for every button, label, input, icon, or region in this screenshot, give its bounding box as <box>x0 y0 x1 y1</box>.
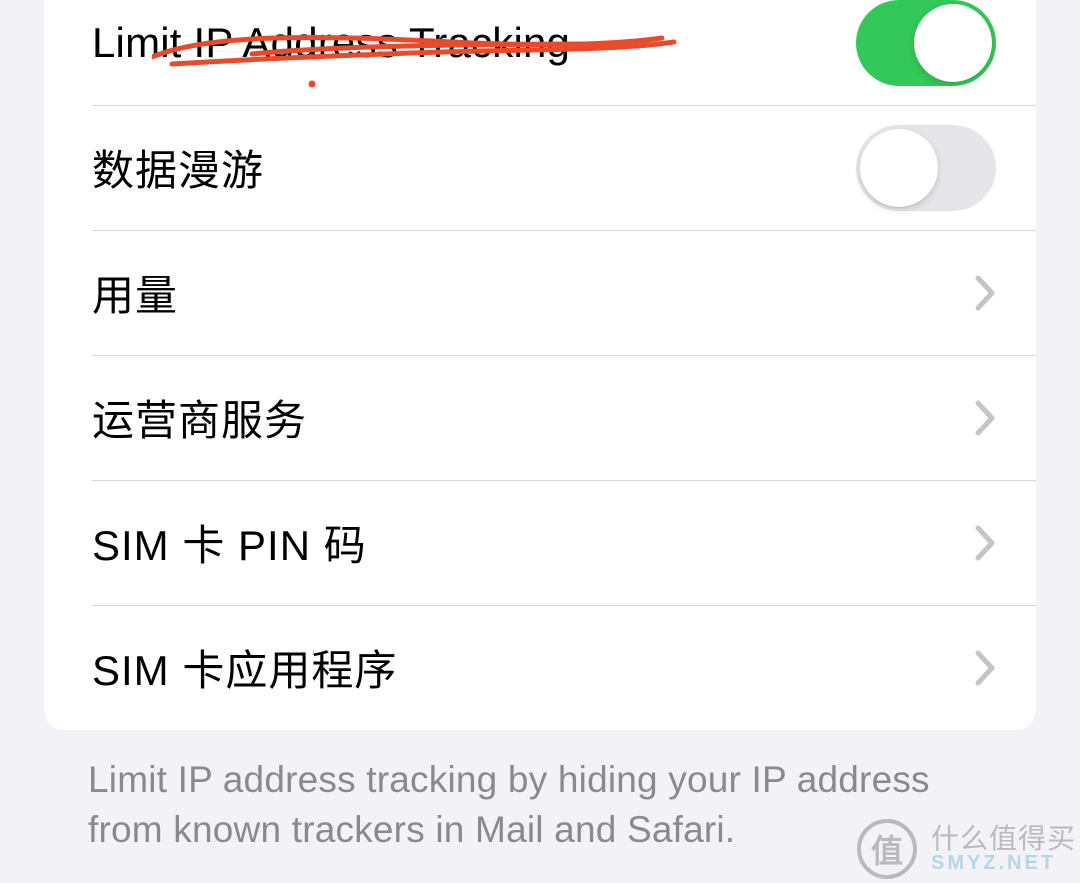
chevron-right-icon <box>974 649 996 687</box>
row-sim-applications[interactable]: SIM 卡应用程序 <box>44 605 1036 730</box>
row-usage[interactable]: 用量 <box>44 230 1036 355</box>
row-label: Limit IP Address Tracking <box>92 19 856 67</box>
toggle-limit-ip-tracking[interactable] <box>856 0 996 86</box>
row-limit-ip-tracking[interactable]: Limit IP Address Tracking <box>44 0 1036 105</box>
row-label: 运营商服务 <box>92 387 962 448</box>
settings-group: Limit IP Address Tracking 数据漫游 用量 运营商服务 <box>44 0 1036 730</box>
row-carrier-services[interactable]: 运营商服务 <box>44 355 1036 480</box>
watermark-text: 什么值得买 SMYZ.NET <box>931 824 1076 874</box>
row-data-roaming[interactable]: 数据漫游 <box>44 105 1036 230</box>
toggle-knob <box>860 129 938 207</box>
row-label: SIM 卡 PIN 码 <box>92 512 962 573</box>
row-label: SIM 卡应用程序 <box>92 637 962 698</box>
toggle-knob <box>914 4 992 82</box>
row-label: 数据漫游 <box>92 137 856 198</box>
chevron-right-icon <box>974 399 996 437</box>
watermark: 值 什么值得买 SMYZ.NET <box>857 819 1076 879</box>
row-label: 用量 <box>92 262 962 323</box>
watermark-badge-icon: 值 <box>857 819 917 879</box>
chevron-right-icon <box>974 524 996 562</box>
toggle-data-roaming[interactable] <box>856 125 996 211</box>
chevron-right-icon <box>974 274 996 312</box>
row-sim-pin[interactable]: SIM 卡 PIN 码 <box>44 480 1036 605</box>
